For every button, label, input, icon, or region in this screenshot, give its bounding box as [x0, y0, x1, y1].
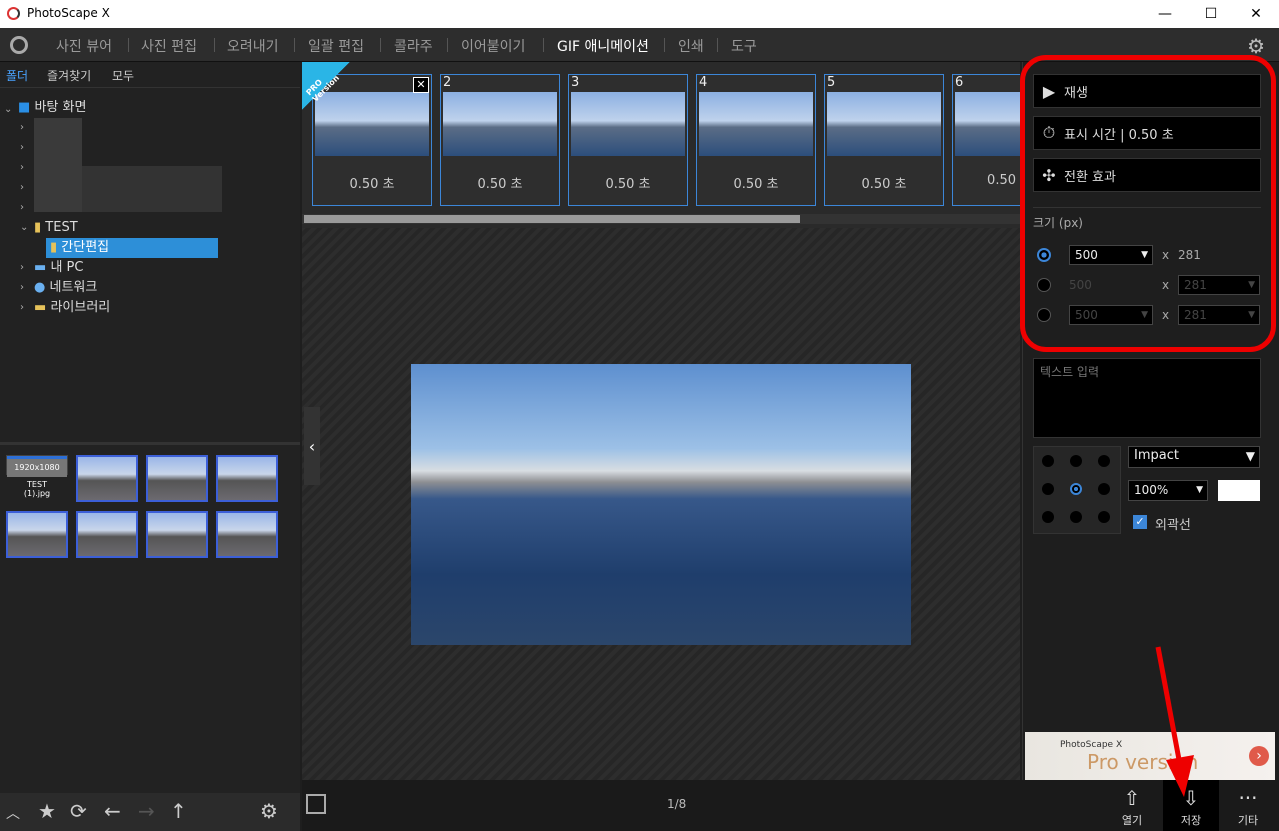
menu-gif-animation[interactable]: GIF 애니메이션	[557, 36, 649, 56]
thumbnail-item[interactable]	[146, 511, 208, 558]
menu-batch-edit[interactable]: 일괄 편집	[308, 36, 364, 56]
tree-item-desktop[interactable]: ■ 바탕 화면	[18, 98, 86, 118]
gif-workspace: ✕ 0.50 초 2 0.50 초 3 0.50 초 4 0.50 초 5 0.…	[302, 62, 1021, 780]
tab-favorites[interactable]: 즐겨찾기	[47, 67, 91, 84]
tree-item-quick-edit[interactable]: ▮ 간단편집	[46, 238, 218, 258]
more-button[interactable]: ··· 기타	[1220, 780, 1276, 831]
chevron-down-icon[interactable]: ⌄	[4, 104, 12, 115]
left-tabs: 폴더 즐겨찾기 모두	[0, 62, 300, 88]
frame-item[interactable]: 6 0.50	[952, 74, 1021, 206]
back-arrow-icon[interactable]: ←	[104, 799, 121, 823]
close-icon[interactable]: ✕	[413, 77, 429, 93]
thumbnail-item[interactable]	[6, 511, 68, 558]
thumbnail-item[interactable]	[216, 455, 278, 502]
frame-image	[443, 92, 557, 156]
blurred-folders	[34, 118, 82, 212]
tree-item-my-pc[interactable]: ▬ 내 PC	[34, 258, 83, 278]
text-input[interactable]: 텍스트 입력	[1033, 358, 1261, 438]
thumbnail-grid: 1920x1080 TEST (1).jpg	[0, 442, 300, 792]
menu-collage[interactable]: 콜라주	[394, 36, 433, 56]
scrollbar-thumb[interactable]	[304, 215, 800, 223]
frame-strip-scrollbar[interactable]	[302, 214, 1020, 224]
position-dot-selected[interactable]	[1070, 483, 1082, 495]
position-dot[interactable]	[1042, 455, 1054, 467]
minimize-button[interactable]: —	[1142, 0, 1188, 28]
frame-image	[571, 92, 685, 156]
font-select[interactable]: Impact ▼	[1128, 446, 1260, 468]
frame-item[interactable]: 3 0.50 초	[568, 74, 688, 206]
pc-icon: ▬	[34, 260, 47, 275]
position-dot[interactable]	[1070, 455, 1082, 467]
position-dot[interactable]	[1098, 511, 1110, 523]
collapse-panel-chevron-left-icon[interactable]: ‹	[304, 407, 320, 485]
thumbnail-item[interactable]	[76, 455, 138, 502]
page-indicator: 1/8	[667, 797, 687, 811]
title-bar: PhotoScape X — ☐ ✕	[0, 0, 1279, 28]
more-dots-icon: ···	[1238, 786, 1258, 810]
highlight-oval	[1020, 55, 1276, 352]
font-size-select[interactable]: 100% ▼	[1128, 480, 1208, 501]
app-logo-icon	[7, 7, 20, 20]
animation-preview-image	[411, 364, 911, 645]
settings-gear-icon[interactable]: ⚙	[260, 799, 278, 823]
folder-tree: ⌄ ■ 바탕 화면 › › › › › ⌄ ▮ TEST ▮ 간단편집 › ▬ …	[0, 92, 300, 442]
folder-icon: ▮	[50, 240, 58, 255]
tab-all[interactable]: 모두	[112, 67, 134, 84]
chevron-up-icon[interactable]: ︿	[6, 803, 20, 823]
layout-toggle-icon[interactable]	[306, 794, 326, 814]
folder-icon: ▮	[34, 220, 42, 235]
menu-photo-viewer[interactable]: 사진 뷰어	[56, 36, 112, 56]
tree-item-library[interactable]: ▬ 라이브러리	[34, 298, 110, 318]
outline-label: 외곽선	[1155, 518, 1191, 533]
frame-image	[955, 92, 1021, 156]
menu-tools[interactable]: 도구	[731, 36, 757, 56]
bottom-toolbar: 1/8 ⇧ 열기 ⇩ 저장 ··· 기타	[302, 780, 1279, 831]
frame-strip: ✕ 0.50 초 2 0.50 초 3 0.50 초 4 0.50 초 5 0.…	[302, 62, 1021, 228]
network-icon: ●	[34, 280, 46, 295]
pro-version-badge: PRO Version	[302, 62, 350, 110]
desktop-icon: ■	[18, 100, 31, 115]
thumbnail-item[interactable]: 1920x1080 TEST (1).jpg	[6, 455, 68, 498]
chevron-right-icon: ›	[1249, 746, 1269, 766]
position-dot[interactable]	[1098, 455, 1110, 467]
frame-item[interactable]: 4 0.50 초	[696, 74, 816, 206]
thumbnail-item[interactable]	[76, 511, 138, 558]
frame-item[interactable]: 2 0.50 초	[440, 74, 560, 206]
up-arrow-icon[interactable]: ↑	[170, 799, 187, 823]
refresh-icon[interactable]: ⟳	[70, 799, 87, 823]
left-panel: 폴더 즐겨찾기 모두 ⌄ ■ 바탕 화면 › › › › › ⌄ ▮ TEST …	[0, 62, 300, 831]
star-icon[interactable]: ★	[38, 799, 56, 823]
photoscape-icon[interactable]	[10, 36, 28, 54]
menu-print[interactable]: 인쇄	[678, 36, 704, 56]
position-dot[interactable]	[1098, 483, 1110, 495]
forward-arrow-icon[interactable]: →	[138, 799, 155, 823]
menu-combine[interactable]: 이어붙이기	[461, 36, 525, 56]
maximize-button[interactable]: ☐	[1188, 0, 1234, 28]
tree-item-test[interactable]: ▮ TEST	[34, 218, 78, 238]
red-arrow-annotation	[1155, 646, 1194, 797]
window-title: PhotoScape X	[27, 6, 110, 20]
menu-cut-out[interactable]: 오려내기	[227, 36, 279, 56]
position-dot[interactable]	[1070, 511, 1082, 523]
left-bottom-toolbar: ︿ ★ ⟳ ← → ↑ ⚙	[0, 793, 300, 831]
menu-photo-editor[interactable]: 사진 편집	[141, 36, 197, 56]
thumbnail-item[interactable]	[146, 455, 208, 502]
text-color-swatch[interactable]	[1218, 480, 1260, 501]
tree-item-network[interactable]: ● 네트워크	[34, 278, 97, 298]
text-position-grid	[1033, 446, 1121, 534]
close-window-button[interactable]: ✕	[1233, 0, 1279, 28]
position-dot[interactable]	[1042, 483, 1054, 495]
outline-checkbox[interactable]: ✓	[1133, 515, 1147, 529]
frame-image	[699, 92, 813, 156]
position-dot[interactable]	[1042, 511, 1054, 523]
frame-image	[827, 92, 941, 156]
frame-item[interactable]: 5 0.50 초	[824, 74, 944, 206]
library-icon: ▬	[34, 300, 47, 315]
tab-folders[interactable]: 폴더	[6, 67, 28, 84]
thumbnail-item[interactable]	[216, 511, 278, 558]
